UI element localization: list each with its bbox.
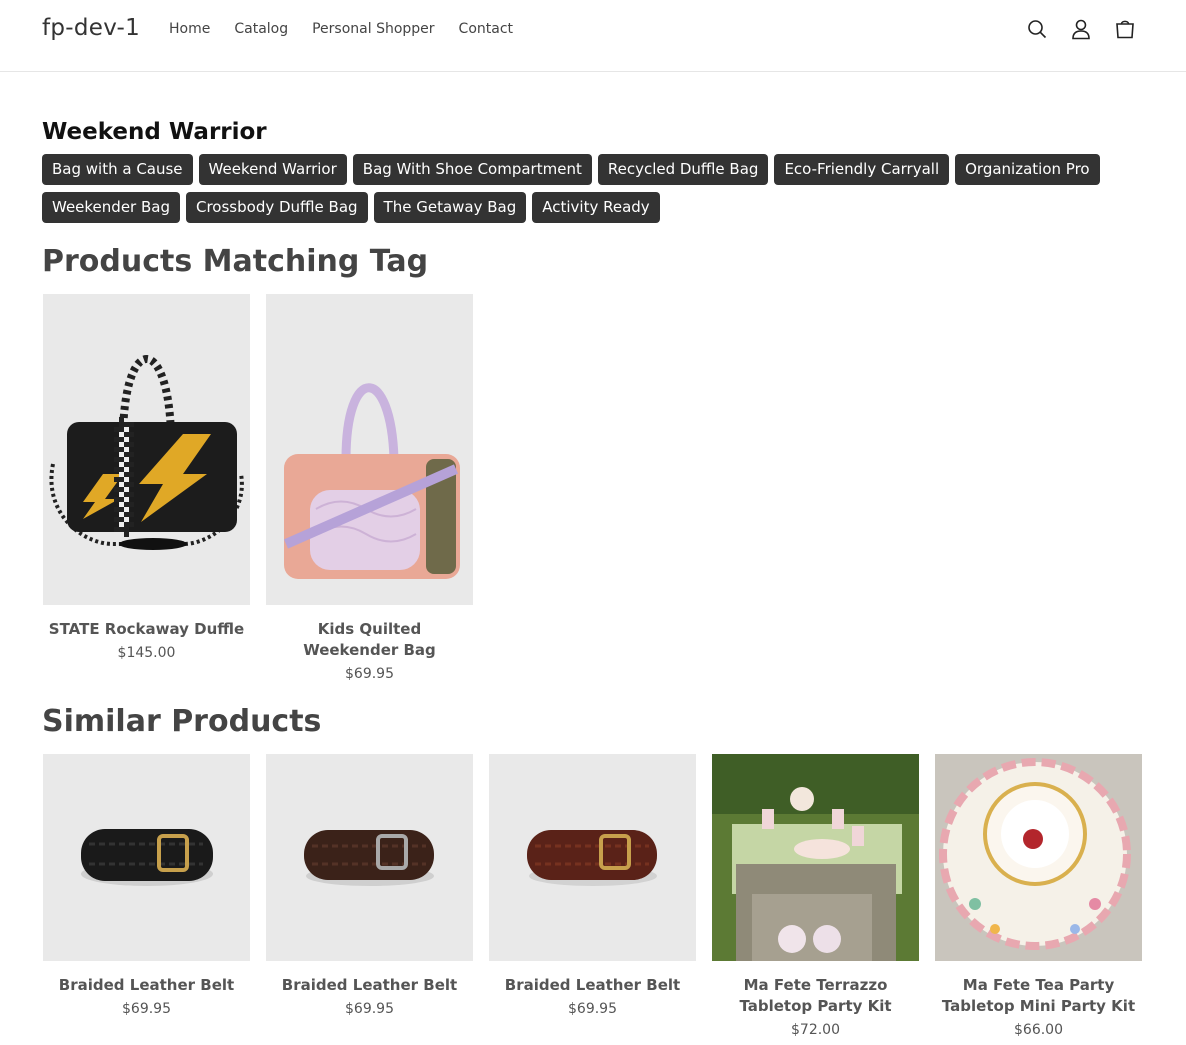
nav-personal-shopper[interactable]: Personal Shopper bbox=[312, 20, 434, 38]
product-price: $69.95 bbox=[122, 1001, 171, 1017]
matching-products-grid: STATE Rockaway Duffle $145.00 Kids Quilt… bbox=[43, 294, 473, 682]
header-icons bbox=[1026, 17, 1136, 41]
site-header: fp-dev-1 Home Catalog Personal Shopper C… bbox=[0, 0, 1186, 72]
product-price: $145.00 bbox=[117, 645, 176, 661]
product-image[interactable] bbox=[489, 754, 696, 961]
product-card[interactable]: Braided Leather Belt $69.95 bbox=[489, 754, 696, 1038]
tag-list: Bag with a Cause Weekend Warrior Bag Wit… bbox=[42, 154, 1102, 223]
tag-pill[interactable]: Bag with a Cause bbox=[42, 154, 193, 185]
product-name[interactable]: Braided Leather Belt bbox=[43, 975, 250, 996]
matching-section-title: Products Matching Tag bbox=[42, 244, 429, 279]
product-price: $66.00 bbox=[1014, 1022, 1063, 1038]
product-price: $69.95 bbox=[345, 666, 394, 682]
product-image[interactable] bbox=[712, 754, 919, 961]
cart-icon[interactable] bbox=[1114, 17, 1136, 41]
tag-pill[interactable]: The Getaway Bag bbox=[373, 192, 527, 223]
product-card[interactable]: STATE Rockaway Duffle $145.00 bbox=[43, 294, 250, 682]
product-name[interactable]: Braided Leather Belt bbox=[266, 975, 473, 996]
site-logo[interactable]: fp-dev-1 bbox=[42, 15, 140, 41]
similar-products-grid: Braided Leather Belt $69.95 Braided Leat… bbox=[43, 754, 1142, 1038]
product-name[interactable]: Kids Quilted Weekender Bag bbox=[266, 619, 473, 661]
nav-home[interactable]: Home bbox=[169, 20, 210, 38]
product-image[interactable] bbox=[935, 754, 1142, 961]
tag-pill[interactable]: Crossbody Duffle Bag bbox=[186, 192, 368, 223]
tag-page-heading: Weekend Warrior bbox=[42, 119, 267, 145]
tag-pill[interactable]: Recycled Duffle Bag bbox=[597, 154, 769, 185]
product-price: $72.00 bbox=[791, 1022, 840, 1038]
nav-contact[interactable]: Contact bbox=[459, 20, 513, 38]
nav-catalog[interactable]: Catalog bbox=[234, 20, 288, 38]
product-price: $69.95 bbox=[568, 1001, 617, 1017]
product-card[interactable]: Braided Leather Belt $69.95 bbox=[43, 754, 250, 1038]
tag-pill[interactable]: Weekend Warrior bbox=[198, 154, 347, 185]
product-image[interactable] bbox=[266, 754, 473, 961]
product-price: $69.95 bbox=[345, 1001, 394, 1017]
tag-pill[interactable]: Bag With Shoe Compartment bbox=[352, 154, 592, 185]
product-name[interactable]: STATE Rockaway Duffle bbox=[43, 619, 250, 640]
search-icon[interactable] bbox=[1026, 17, 1048, 41]
main-nav: Home Catalog Personal Shopper Contact bbox=[169, 20, 537, 38]
product-name[interactable]: Ma Fete Terrazzo Tabletop Party Kit bbox=[712, 975, 919, 1017]
product-card[interactable]: Braided Leather Belt $69.95 bbox=[266, 754, 473, 1038]
product-image[interactable] bbox=[43, 294, 250, 605]
product-card[interactable]: Ma Fete Terrazzo Tabletop Party Kit $72.… bbox=[712, 754, 919, 1038]
product-image[interactable] bbox=[266, 294, 473, 605]
similar-section-title: Similar Products bbox=[42, 704, 322, 739]
product-name[interactable]: Ma Fete Tea Party Tabletop Mini Party Ki… bbox=[935, 975, 1142, 1017]
tag-pill[interactable]: Activity Ready bbox=[532, 192, 660, 223]
tag-pill[interactable]: Organization Pro bbox=[955, 154, 1100, 185]
product-name[interactable]: Braided Leather Belt bbox=[489, 975, 696, 996]
tag-pill[interactable]: Eco-Friendly Carryall bbox=[774, 154, 950, 185]
product-card[interactable]: Ma Fete Tea Party Tabletop Mini Party Ki… bbox=[935, 754, 1142, 1038]
account-icon[interactable] bbox=[1070, 17, 1092, 41]
tag-pill[interactable]: Weekender Bag bbox=[42, 192, 180, 223]
product-image[interactable] bbox=[43, 754, 250, 961]
product-card[interactable]: Kids Quilted Weekender Bag $69.95 bbox=[266, 294, 473, 682]
